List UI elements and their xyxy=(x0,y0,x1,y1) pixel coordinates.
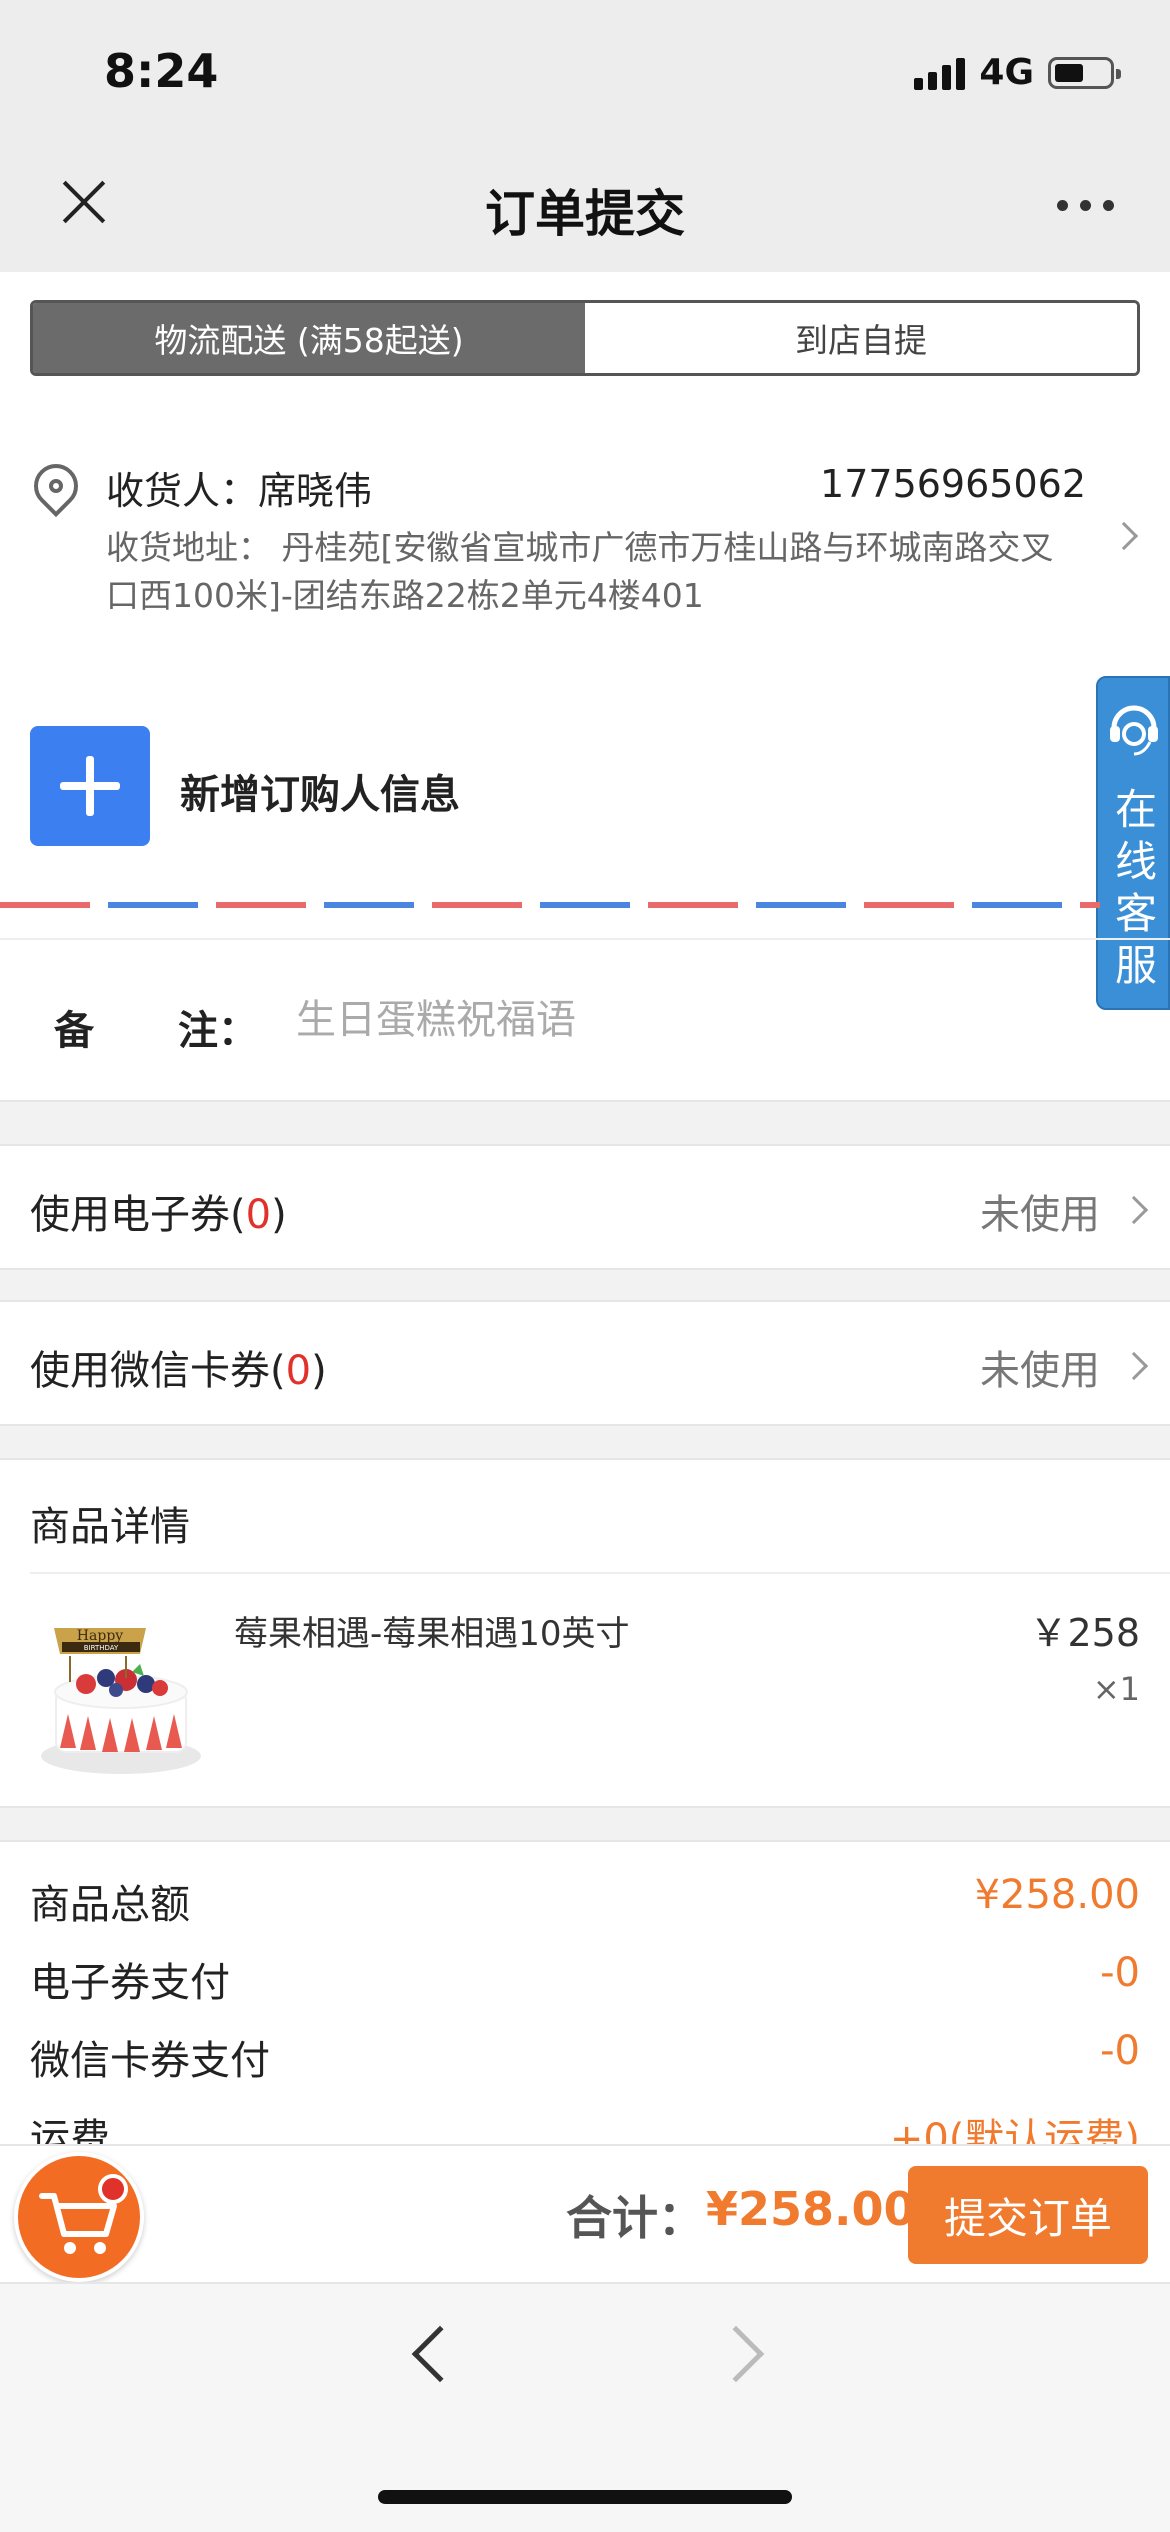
product-price: ￥258 xyxy=(1029,1611,1140,1655)
svg-text:Happy: Happy xyxy=(77,1628,123,1644)
chevron-right-icon xyxy=(1119,1351,1149,1381)
summary-value-wechat: -0 xyxy=(1100,2028,1140,2074)
wechat-coupon-row[interactable]: 使用微信卡券(0) 未使用 xyxy=(0,1302,1170,1424)
summary-label-wechat: 微信卡券支付 xyxy=(30,2038,270,2084)
more-icon[interactable] xyxy=(1057,200,1114,211)
network-type: 4G xyxy=(979,52,1034,93)
remark-label-part2: 注： xyxy=(178,1008,258,1054)
product-image[interactable]: Happy BIRTHDAY xyxy=(36,1598,206,1778)
address-card[interactable]: 收货人：席晓伟 17756965062 收货地址： 丹桂苑[安徽省宣城市广德市万… xyxy=(0,440,1170,640)
status-icons: 4G xyxy=(914,52,1121,93)
summary-label-total: 商品总额 xyxy=(30,1882,190,1928)
summary-value-total: ¥258.00 xyxy=(974,1872,1140,1918)
receiver-address: 收货地址： 丹桂苑[安徽省宣城市广德市万桂山路与环城南路交叉口西100米]-团结… xyxy=(106,528,1054,615)
chevron-right-icon xyxy=(1119,1195,1149,1225)
product-name: 莓果相遇-莓果相遇10英寸 xyxy=(234,1614,630,1654)
signal-icon xyxy=(914,56,966,90)
status-time: 8:24 xyxy=(104,44,219,98)
product-section-title: 商品详情 xyxy=(30,1504,190,1550)
headset-icon xyxy=(1110,705,1158,756)
home-indicator[interactable] xyxy=(378,2490,792,2504)
add-buyer-button[interactable] xyxy=(30,726,150,846)
summary-label-ecoupon: 电子券支付 xyxy=(30,1960,230,2006)
remark-label-part1: 备 xyxy=(54,1008,94,1054)
e-coupon-status: 未使用 xyxy=(980,1192,1100,1238)
receiver-name: 收货人：席晓伟 xyxy=(106,469,373,513)
top-bar: 8:24 4G 订单提交 xyxy=(0,0,1170,272)
tab-pickup[interactable]: 到店自提 xyxy=(585,303,1137,373)
online-service-button[interactable]: 在线客服 xyxy=(1096,676,1170,1010)
e-coupon-label: 使用电子券(0) xyxy=(30,1192,287,1238)
divider xyxy=(30,1572,1170,1574)
wechat-coupon-status: 未使用 xyxy=(980,1348,1100,1394)
total-value: ¥258.00 xyxy=(706,2182,916,2236)
delivery-tabs: 物流配送 (满58起送) 到店自提 xyxy=(30,300,1140,376)
cart-badge xyxy=(98,2174,128,2204)
section-gap xyxy=(0,1268,1170,1302)
tab-logistics[interactable]: 物流配送 (满58起送) xyxy=(33,303,585,373)
airmail-divider xyxy=(0,902,1100,908)
location-pin-icon xyxy=(24,454,88,518)
chevron-right-icon xyxy=(1109,521,1139,551)
add-buyer-label[interactable]: 新增订购人信息 xyxy=(180,762,460,820)
cart-button[interactable] xyxy=(14,2152,144,2282)
wechat-coupon-label: 使用微信卡券(0) xyxy=(30,1348,327,1394)
divider xyxy=(0,938,1170,940)
submit-order-button[interactable]: 提交订单 xyxy=(908,2166,1148,2264)
remark-input[interactable] xyxy=(296,990,1076,1050)
total-label: 合计： xyxy=(566,2191,704,2245)
receiver-phone: 17756965062 xyxy=(820,462,1086,506)
section-gap xyxy=(0,1424,1170,1460)
svg-text:BIRTHDAY: BIRTHDAY xyxy=(84,1644,119,1652)
battery-icon xyxy=(1048,56,1121,89)
online-service-label: 在线客服 xyxy=(1114,785,1157,990)
e-coupon-row[interactable]: 使用电子券(0) 未使用 xyxy=(0,1146,1170,1268)
section-gap xyxy=(0,1806,1170,1842)
product-quantity: ×1 xyxy=(1092,1670,1140,1708)
summary-value-ecoupon: -0 xyxy=(1100,1950,1140,1996)
section-gap xyxy=(0,1100,1170,1146)
page-title: 订单提交 xyxy=(485,185,685,243)
